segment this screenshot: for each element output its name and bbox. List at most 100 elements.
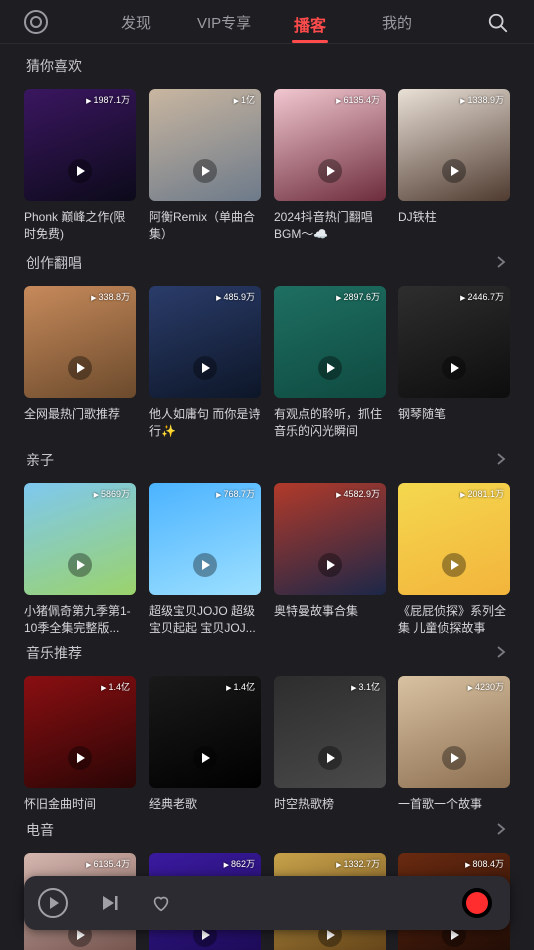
section-title[interactable]: 亲子	[26, 450, 54, 470]
play-icon[interactable]	[442, 356, 466, 380]
playlist-title[interactable]: 他人如庸句 而你是诗行✨	[149, 406, 261, 440]
app-logo-icon[interactable]	[24, 10, 48, 34]
play-count: 485.9万	[216, 290, 255, 303]
playlist-card[interactable]: 1亿阿衡Remix（单曲合集）	[149, 89, 261, 243]
playlist-card[interactable]: 2897.6万有观点的聆听，抓住音乐的闪光瞬间	[274, 286, 386, 440]
playlist-cover-image[interactable]: 2897.6万	[274, 286, 386, 398]
play-icon[interactable]	[193, 746, 217, 770]
chevron-right-icon[interactable]	[494, 645, 508, 659]
playlist-card[interactable]: 1.4亿怀旧金曲时间	[24, 676, 136, 813]
chevron-right-icon[interactable]	[494, 822, 508, 836]
top-nav-bar: 发现 VIP专享 播客 我的	[0, 0, 534, 44]
play-icon[interactable]	[68, 356, 92, 380]
playlist-card[interactable]: 2446.7万钢琴随笔	[398, 286, 510, 423]
playlist-cover-image[interactable]: 6135.4万	[274, 89, 386, 201]
play-count: 2081.1万	[460, 487, 504, 500]
play-icon[interactable]	[38, 888, 68, 918]
playlist-card[interactable]: 2081.1万《屁屁侦探》系列全集 儿童侦探故事	[398, 483, 510, 637]
playlist-card[interactable]: 1987.1万 Phonk 巅峰之作(限时免费)	[24, 89, 136, 243]
play-count: 338.8万	[91, 290, 130, 303]
play-icon[interactable]	[318, 356, 342, 380]
play-count: 862万	[224, 857, 255, 870]
play-count: 2897.6万	[336, 290, 380, 303]
playlist-card[interactable]: 338.8万全网最热门歌推荐	[24, 286, 136, 423]
playlist-cover-image[interactable]: 1.4亿	[149, 676, 261, 788]
mini-player	[24, 876, 510, 930]
playlist-title[interactable]: 超级宝贝JOJO 超级宝贝起起 宝贝JOJ...	[149, 603, 261, 637]
tab-vip[interactable]: VIP专享	[197, 12, 251, 33]
playlist-card[interactable]: 6135.4万 2024抖音热门翻唱BGM～☁️	[274, 89, 386, 243]
playlist-cover-image[interactable]: 3.1亿	[274, 676, 386, 788]
playlist-card[interactable]: 1.4亿经典老歌	[149, 676, 261, 813]
play-count: 1亿	[234, 93, 255, 106]
playlist-title[interactable]: 《屁屁侦探》系列全集 儿童侦探故事	[398, 603, 510, 637]
playlist-title[interactable]: 经典老歌	[149, 796, 261, 813]
section-title[interactable]: 创作翻唱	[26, 253, 82, 273]
playlist-cover-image[interactable]: 485.9万	[149, 286, 261, 398]
play-icon[interactable]	[318, 159, 342, 183]
playlist-title[interactable]: 全网最热门歌推荐	[24, 406, 136, 423]
active-tab-indicator	[292, 40, 328, 43]
play-count: 1332.7万	[336, 857, 380, 870]
playlist-cover-image[interactable]: 1987.1万	[24, 89, 136, 201]
section-title[interactable]: 电音	[26, 820, 54, 840]
play-count: 6135.4万	[336, 93, 380, 106]
playlist-title[interactable]: 时空热歌榜	[274, 796, 386, 813]
now-playing-disc-icon[interactable]	[462, 888, 492, 918]
play-icon[interactable]	[442, 746, 466, 770]
playlist-cover-image[interactable]: 4230万	[398, 676, 510, 788]
play-icon[interactable]	[68, 159, 92, 183]
playlist-title[interactable]: 一首歌一个故事	[398, 796, 510, 813]
playlist-cover-image[interactable]: 1亿	[149, 89, 261, 201]
play-count: 4230万	[468, 680, 504, 693]
play-icon[interactable]	[318, 746, 342, 770]
play-count: 808.4万	[465, 857, 504, 870]
search-icon[interactable]	[487, 12, 509, 34]
play-icon[interactable]	[193, 553, 217, 577]
playlist-cover-image[interactable]: 1.4亿	[24, 676, 136, 788]
play-icon[interactable]	[68, 746, 92, 770]
play-icon[interactable]	[193, 159, 217, 183]
playlist-card[interactable]: 3.1亿时空热歌榜	[274, 676, 386, 813]
playlist-title[interactable]: 钢琴随笔	[398, 406, 510, 423]
playlist-title[interactable]: 小猪佩奇第九季第1-10季全集完整版...	[24, 603, 136, 637]
playlist-cover-image[interactable]: 1338.9万	[398, 89, 510, 201]
section-title[interactable]: 猜你喜欢	[26, 56, 82, 76]
next-track-icon[interactable]	[100, 893, 120, 913]
playlist-cover-image[interactable]: 4582.9万	[274, 483, 386, 595]
play-icon[interactable]	[442, 553, 466, 577]
playlist-card[interactable]: 5869万小猪佩奇第九季第1-10季全集完整版...	[24, 483, 136, 637]
play-icon[interactable]	[318, 553, 342, 577]
play-count: 1.4亿	[226, 680, 255, 693]
tab-discover[interactable]: 发现	[121, 12, 151, 33]
chevron-right-icon[interactable]	[494, 452, 508, 466]
playlist-card[interactable]: 4582.9万奥特曼故事合集	[274, 483, 386, 620]
playlist-title[interactable]: 阿衡Remix（单曲合集）	[149, 209, 261, 243]
playlist-title[interactable]: 怀旧金曲时间	[24, 796, 136, 813]
playlist-card[interactable]: 485.9万他人如庸句 而你是诗行✨	[149, 286, 261, 440]
playlist-card[interactable]: 4230万一首歌一个故事	[398, 676, 510, 813]
tab-podcast[interactable]: 播客	[294, 12, 326, 36]
chevron-right-icon[interactable]	[494, 255, 508, 269]
heart-icon[interactable]	[150, 892, 172, 914]
playlist-cover-image[interactable]: 338.8万	[24, 286, 136, 398]
playlist-title[interactable]: 奥特曼故事合集	[274, 603, 386, 620]
play-icon[interactable]	[442, 159, 466, 183]
playlist-cover-image[interactable]: 2081.1万	[398, 483, 510, 595]
play-icon[interactable]	[193, 356, 217, 380]
tab-mine[interactable]: 我的	[382, 12, 412, 33]
playlist-cover-image[interactable]: 768.7万	[149, 483, 261, 595]
playlist-card[interactable]: 768.7万超级宝贝JOJO 超级宝贝起起 宝贝JOJ...	[149, 483, 261, 637]
playlist-title[interactable]: 有观点的聆听，抓住音乐的闪光瞬间	[274, 406, 386, 440]
playlist-title[interactable]: 2024抖音热门翻唱BGM～☁️	[274, 209, 386, 243]
play-count: 768.7万	[216, 487, 255, 500]
section-title[interactable]: 音乐推荐	[26, 643, 82, 663]
play-count: 1987.1万	[86, 93, 130, 106]
playlist-title[interactable]: DJ铁柱	[398, 209, 510, 226]
play-count: 6135.4万	[86, 857, 130, 870]
playlist-cover-image[interactable]: 2446.7万	[398, 286, 510, 398]
play-icon[interactable]	[68, 553, 92, 577]
playlist-card[interactable]: 1338.9万 DJ铁柱	[398, 89, 510, 226]
playlist-title[interactable]: Phonk 巅峰之作(限时免费)	[24, 209, 136, 243]
playlist-cover-image[interactable]: 5869万	[24, 483, 136, 595]
